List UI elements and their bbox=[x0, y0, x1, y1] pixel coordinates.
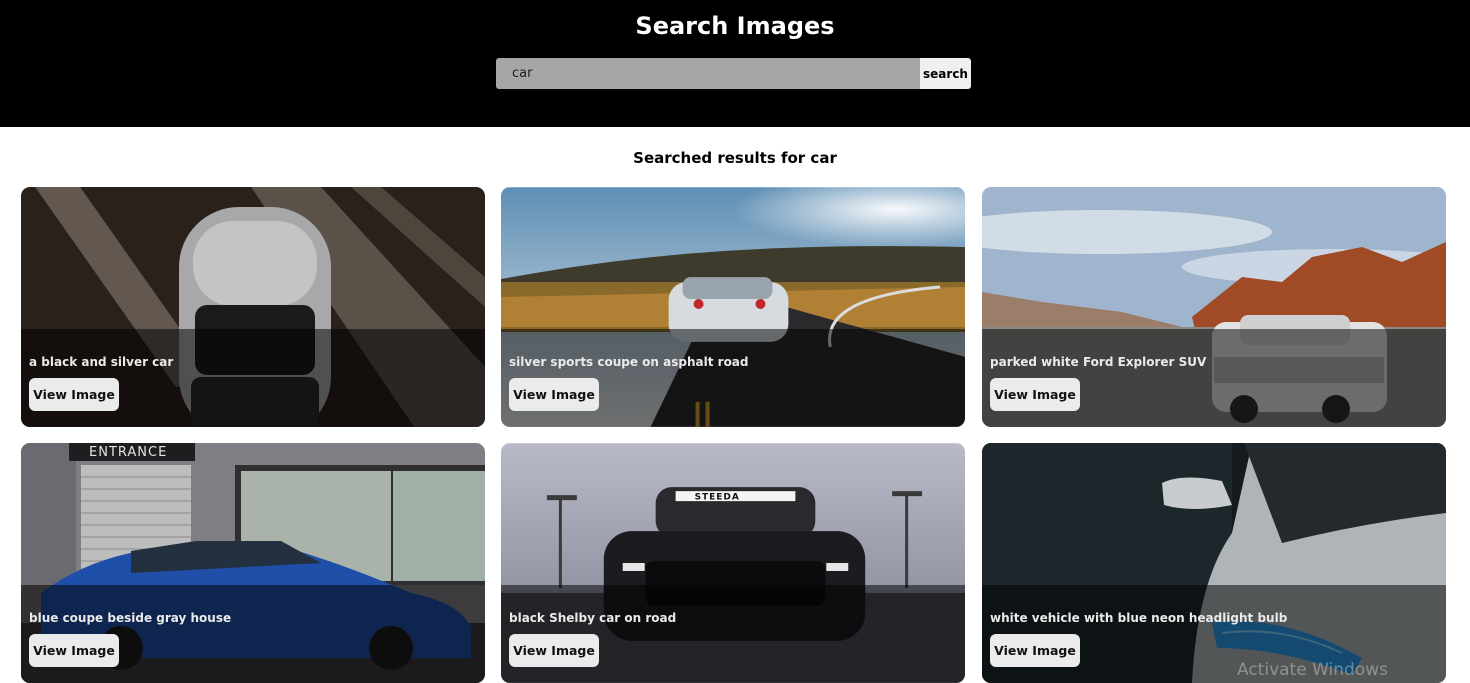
view-image-button[interactable]: View Image bbox=[509, 378, 599, 411]
view-image-button[interactable]: View Image bbox=[990, 378, 1080, 411]
result-card: white vehicle with blue neon headlight b… bbox=[982, 443, 1446, 683]
image-caption: white vehicle with blue neon headlight b… bbox=[990, 611, 1288, 625]
result-card: silver sports coupe on asphalt road View… bbox=[501, 187, 965, 427]
search-button[interactable]: search bbox=[920, 58, 971, 89]
windshield-banner: STEEDA bbox=[695, 493, 740, 503]
view-image-button[interactable]: View Image bbox=[509, 634, 599, 667]
view-image-button[interactable]: View Image bbox=[29, 378, 119, 411]
view-image-button[interactable]: View Image bbox=[29, 634, 119, 667]
page-title: Search Images bbox=[635, 12, 835, 40]
view-image-button[interactable]: View Image bbox=[990, 634, 1080, 667]
search-input[interactable] bbox=[496, 58, 920, 89]
os-activation-watermark: Activate Windows bbox=[1237, 660, 1388, 680]
results-heading: Searched results for car bbox=[633, 149, 837, 167]
page-header: Search Images search bbox=[0, 0, 1470, 127]
image-caption: black Shelby car on road bbox=[509, 611, 677, 625]
image-caption: a black and silver car bbox=[29, 355, 174, 369]
result-card: ENTRANCE blue coupe beside gray house Vi… bbox=[21, 443, 485, 683]
image-caption: silver sports coupe on asphalt road bbox=[509, 355, 749, 369]
result-card: a black and silver car View Image bbox=[21, 187, 485, 427]
image-caption: blue coupe beside gray house bbox=[29, 611, 232, 625]
image-caption: parked white Ford Explorer SUV bbox=[990, 355, 1207, 369]
entrance-sign: ENTRANCE bbox=[89, 445, 167, 460]
result-card: STEEDA black Shelby car on road View Ima… bbox=[501, 443, 965, 683]
result-card: parked white Ford Explorer SUV View Imag… bbox=[982, 187, 1446, 427]
